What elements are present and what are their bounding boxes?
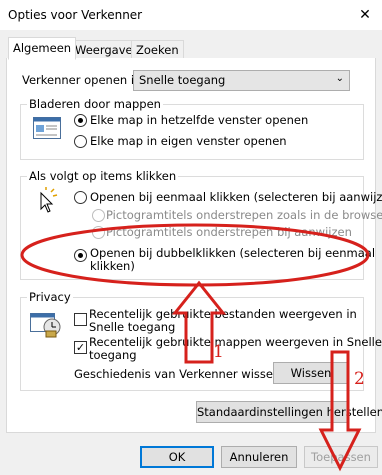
annotation-overlay — [20, 223, 370, 472]
tab-algemeen[interactable]: Algemeen — [8, 37, 77, 60]
annotation-marker-1: 1 — [213, 342, 224, 362]
annotation-ellipse — [20, 223, 370, 287]
annotation-marker-2: 2 — [354, 369, 365, 389]
